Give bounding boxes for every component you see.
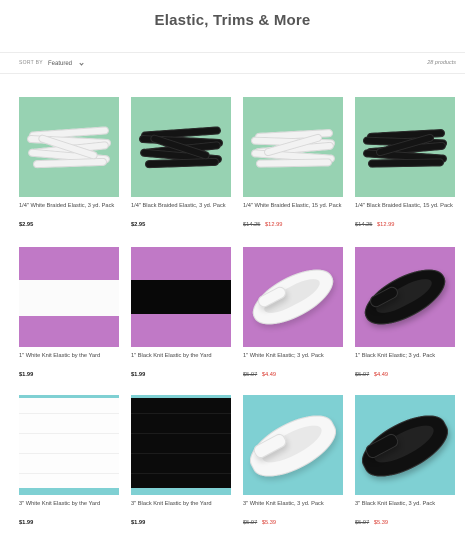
- product-title[interactable]: 1/4" Black Braided Elastic, 15 yd. Pack: [355, 202, 455, 220]
- page-title: Elastic, Trims & More: [154, 12, 311, 29]
- product-title[interactable]: 1/4" White Braided Elastic, 15 yd. Pack: [243, 202, 343, 220]
- price: $1.99: [19, 520, 34, 526]
- product-image[interactable]: [355, 97, 455, 197]
- sort-value: Featured: [48, 61, 73, 67]
- sale-price: $4.49: [373, 372, 389, 378]
- price: $2.95: [131, 222, 146, 228]
- compare-price: $5.07: [355, 372, 370, 378]
- product-card[interactable]: 1" White Knit Elastic; 3 yd. Pack $5.07 …: [243, 247, 343, 378]
- product-image[interactable]: [19, 247, 119, 347]
- compare-price: $14.25: [243, 222, 261, 228]
- sale-price: $5.39: [261, 520, 277, 526]
- product-title[interactable]: 3" White Knit Elastic, 3 yd. Pack: [243, 500, 343, 518]
- product-card[interactable]: 3" White Knit Elastic, 3 yd. Pack $5.97 …: [243, 395, 343, 526]
- product-image[interactable]: [19, 395, 119, 495]
- product-price: $5.07 $4.49: [243, 372, 343, 378]
- price: $1.99: [19, 372, 34, 378]
- sale-price: $5.39: [373, 520, 389, 526]
- product-price: $14.25 $12.99: [355, 222, 455, 228]
- product-price: $1.99: [19, 372, 119, 378]
- sale-price: $12.99: [265, 222, 283, 228]
- product-card[interactable]: 1/4" Black Braided Elastic, 3 yd. Pack $…: [131, 97, 231, 228]
- product-image[interactable]: [131, 247, 231, 347]
- compare-price: $5.07: [243, 372, 258, 378]
- sort-label: SORT BY: [19, 60, 43, 66]
- product-card[interactable]: 1" Black Knit Elastic by the Yard $1.99: [131, 247, 231, 378]
- product-card[interactable]: 3" White Knit Elastic by the Yard $1.99: [19, 395, 119, 526]
- product-card[interactable]: 1/4" Black Braided Elastic, 15 yd. Pack …: [355, 97, 455, 228]
- product-image[interactable]: [355, 247, 455, 347]
- product-card[interactable]: 3" Black Knit Elastic by the Yard $1.99: [131, 395, 231, 526]
- product-title[interactable]: 3" Black Knit Elastic, 3 yd. Pack: [355, 500, 455, 518]
- chevron-down-icon: [79, 60, 84, 66]
- product-image[interactable]: [131, 97, 231, 197]
- product-title[interactable]: 3" Black Knit Elastic by the Yard: [131, 500, 231, 518]
- price: $1.99: [131, 372, 146, 378]
- product-title[interactable]: 1/4" Black Braided Elastic, 3 yd. Pack: [131, 202, 231, 220]
- product-card[interactable]: 1/4" White Braided Elastic, 15 yd. Pack …: [243, 97, 343, 228]
- product-price: $1.99: [131, 372, 231, 378]
- product-title[interactable]: 3" White Knit Elastic by the Yard: [19, 500, 119, 518]
- product-image[interactable]: [243, 247, 343, 347]
- product-title[interactable]: 1/4" White Braided Elastic, 3 yd. Pack: [19, 202, 119, 220]
- product-price: $1.99: [19, 520, 119, 526]
- compare-price: $5.97: [355, 520, 370, 526]
- product-card[interactable]: 1" Black Knit Elastic; 3 yd. Pack $5.07 …: [355, 247, 455, 378]
- product-price: $14.25 $12.99: [243, 222, 343, 228]
- compare-price: $5.97: [243, 520, 258, 526]
- compare-price: $14.25: [355, 222, 373, 228]
- product-count: 28 products: [427, 60, 456, 66]
- product-image[interactable]: [243, 395, 343, 495]
- collection-toolbar: SORT BY Featured 28 products: [0, 52, 465, 74]
- sort-dropdown[interactable]: Featured: [44, 57, 87, 71]
- product-price: $5.97 $5.39: [355, 520, 455, 526]
- product-title[interactable]: 1" Black Knit Elastic by the Yard: [131, 352, 231, 370]
- product-price: $1.99: [131, 520, 231, 526]
- product-title[interactable]: 1" Black Knit Elastic; 3 yd. Pack: [355, 352, 455, 370]
- product-price: $2.95: [131, 222, 231, 228]
- product-title[interactable]: 1" White Knit Elastic; 3 yd. Pack: [243, 352, 343, 370]
- product-price: $2.95: [19, 222, 119, 228]
- product-card[interactable]: 1/4" White Braided Elastic, 3 yd. Pack $…: [19, 97, 119, 228]
- price: $1.99: [131, 520, 146, 526]
- price: $2.95: [19, 222, 34, 228]
- product-image[interactable]: [355, 395, 455, 495]
- product-price: $5.07 $4.49: [355, 372, 455, 378]
- product-image[interactable]: [131, 395, 231, 495]
- product-card[interactable]: 1" White Knit Elastic by the Yard $1.99: [19, 247, 119, 378]
- product-title[interactable]: 1" White Knit Elastic by the Yard: [19, 352, 119, 370]
- sale-price: $4.49: [261, 372, 277, 378]
- product-image[interactable]: [243, 97, 343, 197]
- product-card[interactable]: 3" Black Knit Elastic, 3 yd. Pack $5.97 …: [355, 395, 455, 526]
- sale-price: $12.99: [377, 222, 395, 228]
- product-image[interactable]: [19, 97, 119, 197]
- product-price: $5.97 $5.39: [243, 520, 343, 526]
